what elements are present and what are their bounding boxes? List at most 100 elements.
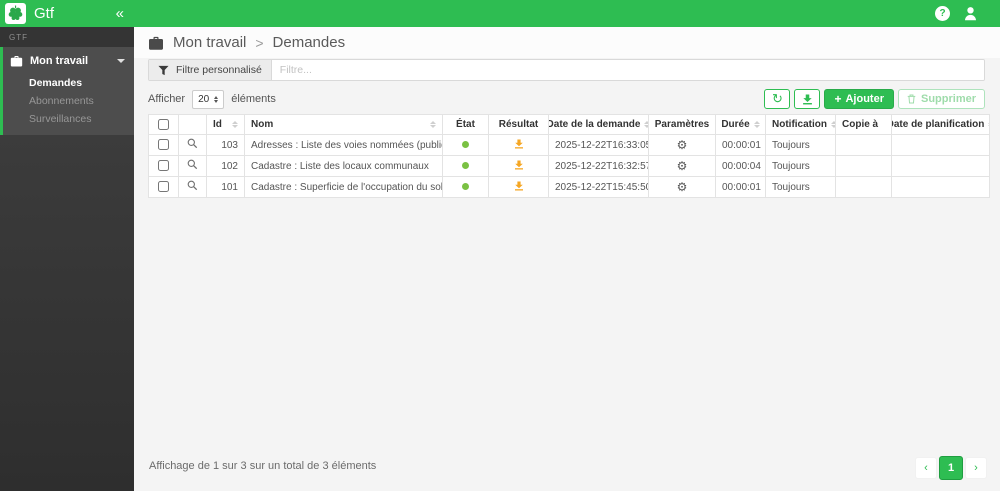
cell-duree: 00:00:01 bbox=[715, 134, 766, 156]
cell-etat bbox=[442, 155, 489, 177]
cell-resultat bbox=[488, 155, 549, 177]
sidebar: GTF Mon travail Demandes Abonnements Surve… bbox=[0, 27, 134, 491]
sidebar-item-surveillances[interactable]: Surveillances bbox=[3, 110, 134, 128]
breadcrumb-parent[interactable]: Mon travail bbox=[173, 34, 246, 51]
status-ok-dot bbox=[462, 161, 469, 169]
sort-icon[interactable] bbox=[827, 121, 835, 128]
status-ok-dot bbox=[462, 140, 469, 148]
sidebar-menu-block: Mon travail Demandes Abonnements Surveilla… bbox=[0, 47, 134, 135]
cell-zoom bbox=[178, 176, 207, 198]
select-all-checkbox[interactable] bbox=[158, 119, 169, 130]
cell-id: 103 bbox=[206, 134, 245, 156]
custom-filter-group: Filtre personnalisé bbox=[148, 59, 985, 81]
column-header-nom[interactable]: Nom bbox=[244, 114, 443, 135]
sort-icon[interactable] bbox=[750, 121, 760, 128]
download-icon bbox=[803, 94, 812, 104]
page-length-select[interactable]: 20 bbox=[192, 89, 225, 109]
parameters-gear-icon[interactable]: ⚙ bbox=[677, 180, 688, 194]
zoom-row-button[interactable] bbox=[187, 180, 198, 191]
column-label: Date de planification bbox=[891, 119, 985, 130]
cell-date_planification bbox=[891, 155, 990, 177]
result-download-button[interactable] bbox=[514, 139, 524, 149]
row-checkbox[interactable] bbox=[158, 181, 169, 193]
zoom-row-button[interactable] bbox=[187, 159, 198, 170]
row-checkbox[interactable] bbox=[158, 139, 169, 151]
pagination-next-button[interactable]: › bbox=[965, 457, 987, 479]
filter-input[interactable] bbox=[271, 60, 984, 80]
parameters-gear-icon[interactable]: ⚙ bbox=[677, 138, 688, 152]
refresh-button[interactable]: ↻ bbox=[764, 89, 791, 109]
page-length-control: Afficher 20 éléments bbox=[148, 89, 276, 109]
sort-icon[interactable] bbox=[228, 121, 238, 128]
column-label: Nom bbox=[251, 119, 274, 130]
cell-etat bbox=[442, 134, 489, 156]
page-length-value: 20 bbox=[198, 93, 210, 105]
cell-zoom bbox=[178, 134, 207, 156]
magnifier-icon bbox=[187, 180, 198, 191]
sort-icon[interactable] bbox=[426, 121, 436, 128]
cell-notification: Toujours bbox=[765, 155, 836, 177]
sidebar-item-abonnements[interactable]: Abonnements bbox=[3, 92, 134, 110]
cell-select bbox=[148, 155, 179, 177]
column-label: Copie à bbox=[842, 119, 879, 130]
user-icon[interactable] bbox=[963, 6, 978, 21]
column-header-zoom bbox=[178, 114, 207, 135]
toolbar: ↻ + Ajouter Supprimer bbox=[764, 89, 985, 109]
refresh-icon: ↻ bbox=[772, 91, 783, 106]
top-bar-actions: ? bbox=[935, 6, 1000, 21]
column-label: Notification bbox=[772, 119, 827, 130]
filter-funnel-icon bbox=[158, 65, 169, 75]
filter-label: Filtre personnalisé bbox=[176, 64, 262, 76]
sidebar-item-mon-travail[interactable]: Mon travail bbox=[3, 47, 134, 74]
sidebar-collapse-button[interactable]: « bbox=[116, 6, 124, 21]
help-icon[interactable]: ? bbox=[935, 6, 950, 21]
briefcase-icon bbox=[149, 36, 163, 50]
cell-nom: Cadastre : Superficie de l'occupation du… bbox=[244, 176, 443, 198]
result-download-button[interactable] bbox=[514, 181, 524, 191]
filter-addon[interactable]: Filtre personnalisé bbox=[149, 60, 272, 80]
add-button-label: Ajouter bbox=[845, 93, 884, 105]
pagination-prev-button[interactable]: ‹ bbox=[915, 457, 937, 479]
column-header-notification[interactable]: Notification bbox=[765, 114, 836, 135]
sidebar-item-demandes[interactable]: Demandes bbox=[3, 74, 134, 92]
brand-area: Gtf « bbox=[0, 3, 134, 24]
parameters-gear-icon[interactable]: ⚙ bbox=[677, 159, 688, 173]
column-header-select bbox=[148, 114, 179, 135]
column-label: Résultat bbox=[498, 119, 539, 130]
top-bar: Gtf « ? bbox=[0, 0, 1000, 27]
column-header-date_demande[interactable]: Date de la demande bbox=[548, 114, 649, 135]
row-checkbox[interactable] bbox=[158, 160, 169, 172]
delete-button[interactable]: Supprimer bbox=[897, 89, 985, 109]
cell-date_demande: 2025-12-22T15:45:50 bbox=[548, 176, 649, 198]
column-header-etat: État bbox=[442, 114, 489, 135]
plus-icon: + bbox=[834, 92, 842, 106]
cell-duree: 00:00:01 bbox=[715, 176, 766, 198]
column-header-copie_a: Copie à bbox=[835, 114, 892, 135]
column-header-duree[interactable]: Durée bbox=[715, 114, 766, 135]
cell-nom: Adresses : Liste des voies nommées (publ… bbox=[244, 134, 443, 156]
length-prefix-label: Afficher bbox=[148, 93, 186, 105]
sort-icon[interactable] bbox=[984, 121, 989, 128]
cell-parametres: ⚙ bbox=[648, 155, 716, 177]
cell-select bbox=[148, 134, 179, 156]
table-row: 103 Adresses : Liste des voies nommées (p… bbox=[148, 134, 990, 156]
add-button[interactable]: + Ajouter bbox=[824, 89, 894, 109]
sort-icon[interactable] bbox=[640, 121, 648, 128]
column-header-resultat: Résultat bbox=[488, 114, 549, 135]
zoom-row-button[interactable] bbox=[187, 138, 198, 149]
cell-date_demande: 2025-12-22T16:33:05 bbox=[548, 134, 649, 156]
cell-copie_a bbox=[835, 155, 892, 177]
export-download-button[interactable] bbox=[794, 89, 821, 109]
pagination-page-1[interactable]: 1 bbox=[939, 456, 963, 480]
column-header-date_planification[interactable]: Date de planification bbox=[891, 114, 990, 135]
table-header-row: Id Nom État Résultat Date de la demande Param… bbox=[148, 114, 990, 135]
magnifier-icon bbox=[187, 138, 198, 149]
column-header-id[interactable]: Id bbox=[206, 114, 245, 135]
app-title: Gtf bbox=[34, 5, 55, 22]
cell-copie_a bbox=[835, 176, 892, 198]
cell-date_demande: 2025-12-22T16:32:57 bbox=[548, 155, 649, 177]
briefcase-icon bbox=[10, 56, 23, 67]
select-spinner-icon bbox=[214, 95, 219, 103]
result-download-button[interactable] bbox=[514, 160, 524, 170]
column-header-parametres: Paramètres bbox=[648, 114, 716, 135]
